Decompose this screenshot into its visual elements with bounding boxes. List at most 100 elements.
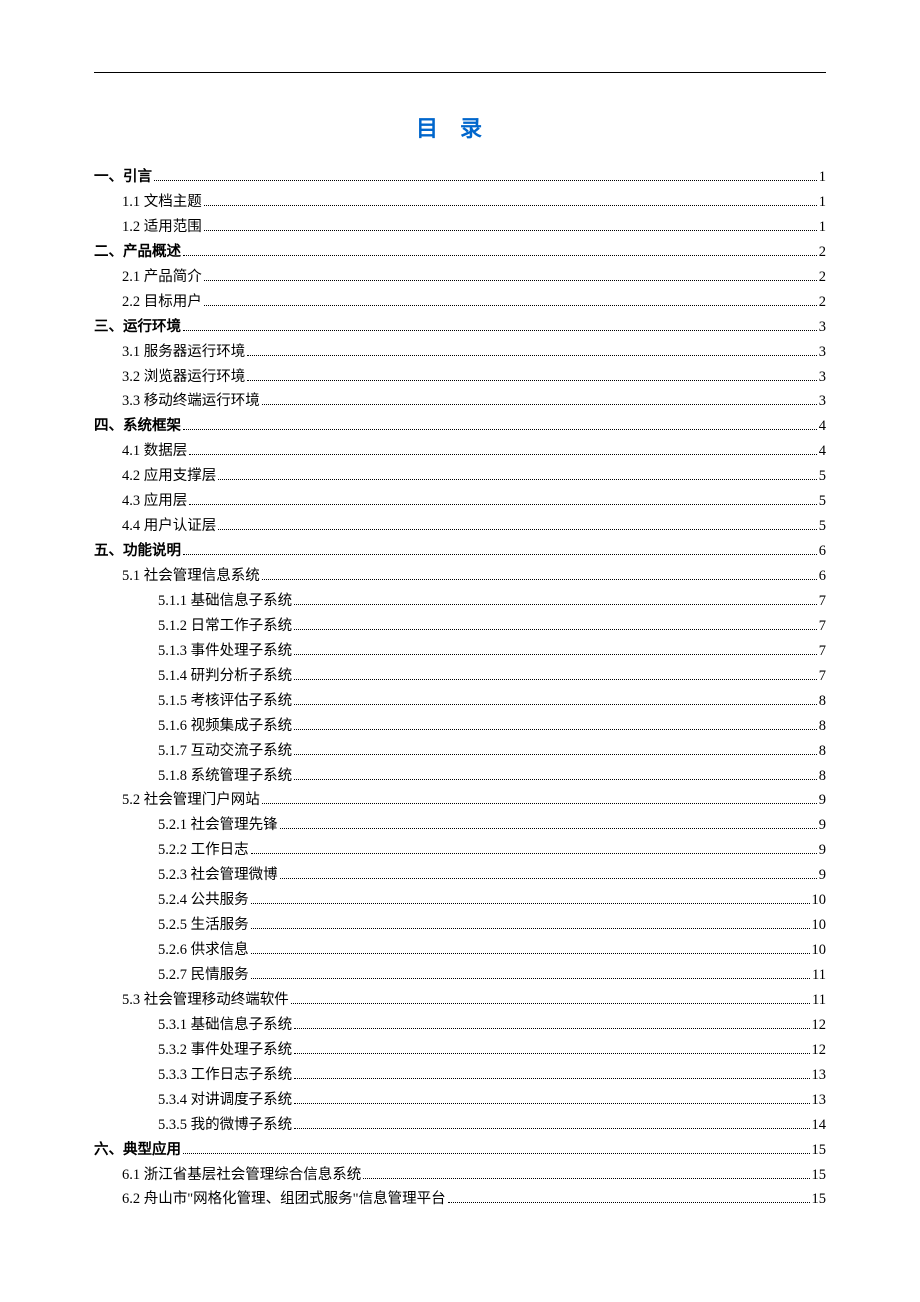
page: 目录 一、引言11.1 文档主题11.2 适用范围1二、产品概述22.1 产品简… [0, 0, 920, 1302]
toc-entry-label: 5.1.5 考核评估子系统 [158, 689, 292, 714]
toc-entry-page: 13 [812, 1063, 827, 1088]
toc-entry: 4.1 数据层4 [94, 439, 826, 464]
toc-entry-label: 5.3.1 基础信息子系统 [158, 1013, 292, 1038]
toc-leader [294, 754, 817, 755]
toc-entry-label: 2.2 目标用户 [122, 290, 202, 315]
toc-entry: 5.2 社会管理门户网站9 [94, 788, 826, 813]
toc-entry-label: 5.2.5 生活服务 [158, 913, 249, 938]
toc-leader [251, 928, 810, 929]
toc-entry-page: 8 [819, 739, 826, 764]
toc-entry-label: 5.3.4 对讲调度子系统 [158, 1088, 292, 1113]
toc-entry: 3.1 服务器运行环境3 [94, 340, 826, 365]
toc-leader [204, 205, 817, 206]
toc-entry: 5.2.5 生活服务 10 [94, 913, 826, 938]
toc-entry: 5.2.3 社会管理微博9 [94, 863, 826, 888]
toc-entry-label: 1.1 文档主题 [122, 190, 202, 215]
toc-entry-label: 5.2.1 社会管理先锋 [158, 813, 278, 838]
toc-entry: 5.2.2 工作日志 9 [94, 838, 826, 863]
toc-entry-label: 5.1.4 研判分析子系统 [158, 664, 292, 689]
toc-entry: 5.1 社会管理信息系统6 [94, 564, 826, 589]
toc-entry-label: 2.1 产品简介 [122, 265, 202, 290]
toc-entry-label: 4.2 应用支撑层 [122, 464, 216, 489]
toc-entry-page: 13 [812, 1088, 827, 1113]
toc-leader [294, 654, 817, 655]
toc-entry-page: 8 [819, 714, 826, 739]
toc-entry: 5.3 社会管理移动终端软件11 [94, 988, 826, 1013]
toc-entry-label: 5.1.8 系统管理子系统 [158, 764, 292, 789]
toc-entry: 4.2 应用支撑层5 [94, 464, 826, 489]
toc-leader [294, 729, 817, 730]
toc-entry-label: 六、典型应用 [94, 1138, 181, 1163]
toc-entry: 5.1.7 互动交流子系统 8 [94, 739, 826, 764]
toc-entry: 二、产品概述2 [94, 240, 826, 265]
toc-entry-label: 5.3.3 工作日志子系统 [158, 1063, 292, 1088]
toc-leader [183, 554, 817, 555]
toc-leader [189, 454, 817, 455]
toc-entry-page: 9 [819, 838, 826, 863]
toc-entry: 5.3.5 我的微博子系统14 [94, 1113, 826, 1138]
toc-entry-label: 3.3 移动终端运行环境 [122, 389, 260, 414]
toc-leader [247, 380, 817, 381]
toc-entry-page: 15 [812, 1163, 827, 1188]
toc-list: 一、引言11.1 文档主题11.2 适用范围1二、产品概述22.1 产品简介22… [94, 165, 826, 1212]
toc-entry-label: 4.3 应用层 [122, 489, 187, 514]
toc-entry-label: 5.2.2 工作日志 [158, 838, 249, 863]
toc-leader [291, 1003, 810, 1004]
toc-entry-page: 1 [819, 190, 826, 215]
toc-entry-page: 9 [819, 813, 826, 838]
toc-entry-page: 11 [812, 963, 826, 988]
toc-entry: 4.3 应用层5 [94, 489, 826, 514]
toc-entry-page: 1 [819, 215, 826, 240]
toc-entry-page: 2 [819, 265, 826, 290]
toc-entry-label: 5.1.1 基础信息子系统 [158, 589, 292, 614]
toc-entry: 5.1.1 基础信息子系统 7 [94, 589, 826, 614]
toc-entry-page: 4 [819, 414, 826, 439]
toc-entry: 5.1.8 系统管理子系统 8 [94, 764, 826, 789]
toc-leader [363, 1178, 809, 1179]
toc-leader [294, 604, 817, 605]
toc-entry: 2.1 产品简介 2 [94, 265, 826, 290]
toc-entry: 5.2.7 民情服务11 [94, 963, 826, 988]
toc-entry-page: 15 [812, 1187, 827, 1212]
toc-entry: 六、典型应用15 [94, 1138, 826, 1163]
toc-leader [294, 629, 817, 630]
toc-leader [294, 779, 817, 780]
toc-entry-page: 7 [819, 589, 826, 614]
toc-leader [294, 1103, 809, 1104]
toc-entry-label: 4.1 数据层 [122, 439, 187, 464]
toc-entry: 三、运行环境3 [94, 315, 826, 340]
toc-entry-page: 5 [819, 514, 826, 539]
toc-entry-label: 4.4 用户认证层 [122, 514, 216, 539]
toc-entry: 5.1.5 考核评估子系统8 [94, 689, 826, 714]
toc-entry: 5.1.3 事件处理子系统7 [94, 639, 826, 664]
toc-entry-label: 四、系统框架 [94, 414, 181, 439]
toc-entry-page: 12 [812, 1038, 827, 1063]
toc-entry-page: 12 [812, 1013, 827, 1038]
toc-entry-label: 5.2.6 供求信息 [158, 938, 249, 963]
toc-leader [247, 355, 817, 356]
toc-leader [183, 255, 817, 256]
toc-leader [262, 579, 817, 580]
toc-entry-label: 一、引言 [94, 165, 152, 190]
toc-entry-page: 3 [819, 315, 826, 340]
toc-leader [183, 429, 817, 430]
toc-leader [183, 330, 817, 331]
toc-leader [251, 903, 810, 904]
toc-leader [189, 504, 817, 505]
toc-entry-label: 6.1 浙江省基层社会管理综合信息系统 [122, 1163, 361, 1188]
toc-leader [280, 878, 817, 879]
toc-entry: 5.1.2 日常工作子系统7 [94, 614, 826, 639]
toc-entry: 一、引言1 [94, 165, 826, 190]
toc-entry-label: 5.1.7 互动交流子系统 [158, 739, 292, 764]
toc-entry-page: 10 [812, 888, 827, 913]
toc-entry-page: 8 [819, 764, 826, 789]
toc-entry: 6.2 舟山市"网格化管理、组团式服务"信息管理平台15 [94, 1187, 826, 1212]
toc-entry-page: 10 [812, 913, 827, 938]
toc-entry-label: 5.1.3 事件处理子系统 [158, 639, 292, 664]
toc-leader [294, 1028, 809, 1029]
toc-leader [280, 828, 817, 829]
toc-leader [251, 853, 817, 854]
toc-leader [262, 803, 817, 804]
toc-entry-label: 5.2 社会管理门户网站 [122, 788, 260, 813]
toc-entry-page: 2 [819, 240, 826, 265]
